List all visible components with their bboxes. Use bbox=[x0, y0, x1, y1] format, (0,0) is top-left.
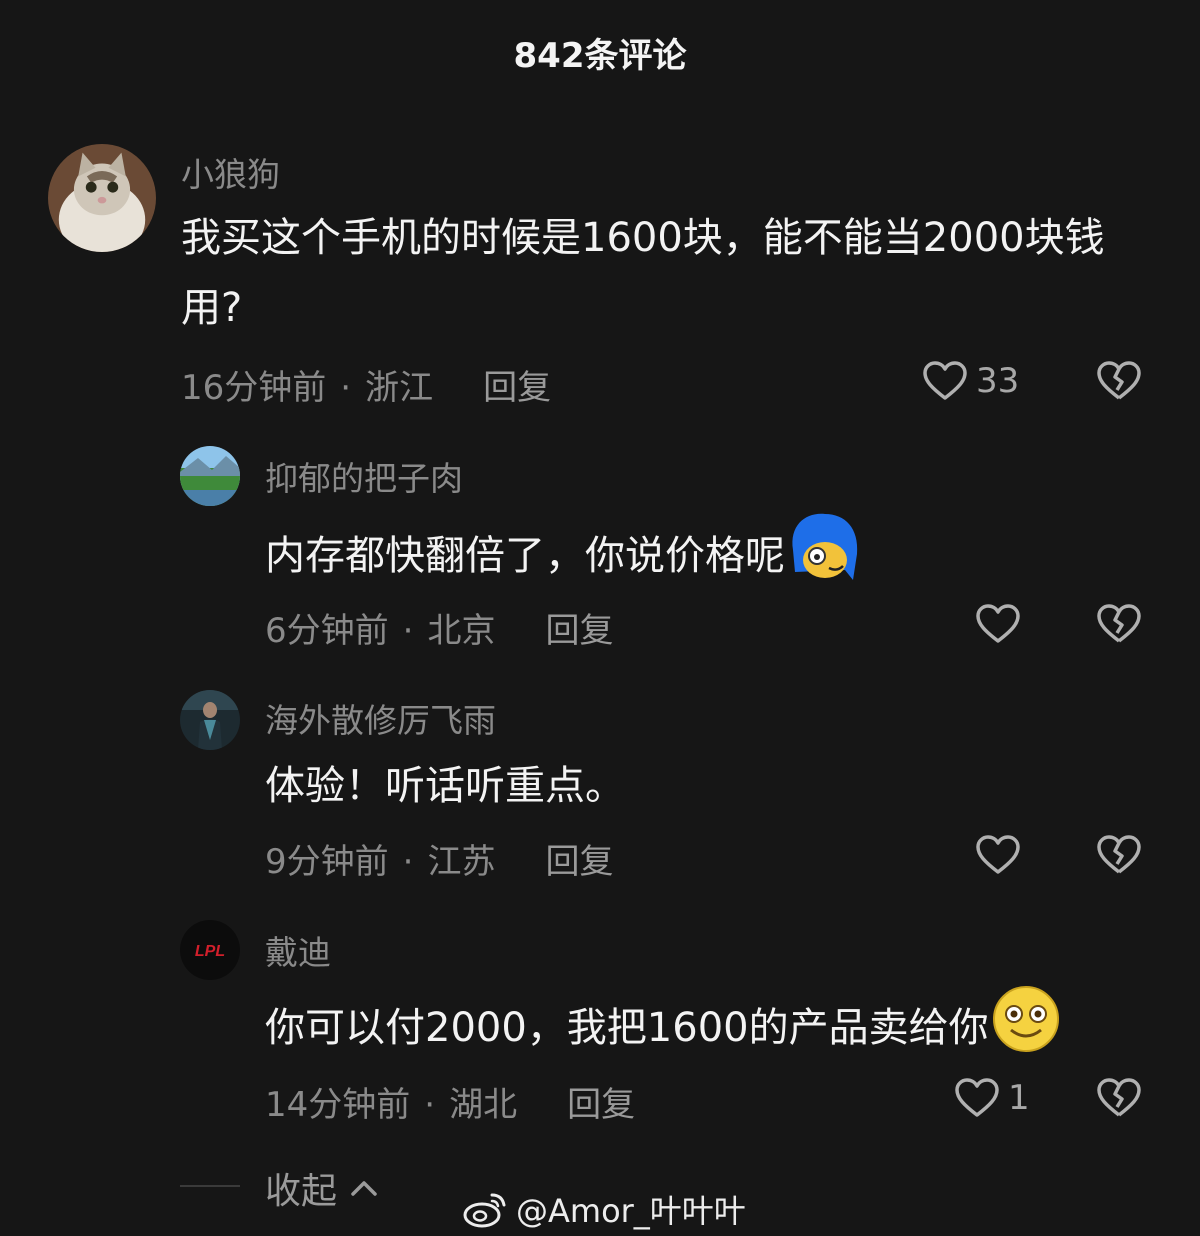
meta-separator: · bbox=[340, 368, 352, 408]
comment-text: 我买这个手机的时候是1600块，能不能当2000块钱用? bbox=[181, 203, 1141, 343]
reply-button[interactable]: 回复 bbox=[545, 611, 613, 651]
heart-icon bbox=[976, 835, 1020, 874]
comment-location: 湖北 bbox=[449, 1085, 518, 1125]
heart-icon bbox=[923, 361, 967, 400]
reply-button[interactable]: 回复 bbox=[567, 1085, 635, 1125]
comment-meta: 9分钟前 · 江苏 回复 bbox=[265, 834, 613, 883]
collapse-label: 收起 bbox=[265, 1171, 338, 1212]
heart-icon bbox=[955, 1078, 999, 1117]
comment-text-content: 我买这个手机的时候是1600块，能不能当2000块钱用? bbox=[181, 215, 1105, 331]
heart-icon bbox=[976, 604, 1020, 643]
lpl-logo-avatar[interactable]: LPL bbox=[180, 920, 240, 980]
like-button[interactable]: 1 bbox=[954, 1077, 1030, 1119]
comment-location: 江苏 bbox=[427, 842, 496, 882]
broken-heart-icon[interactable] bbox=[1096, 360, 1142, 402]
landscape-avatar[interactable] bbox=[180, 446, 240, 506]
comment-meta: 14分钟前 · 湖北 回复 bbox=[265, 1077, 635, 1126]
lpl-logo-text: LPL bbox=[195, 943, 225, 960]
meta-separator: · bbox=[402, 842, 414, 882]
comment-text: 体验！听话听重点。 bbox=[265, 751, 1125, 821]
broken-heart-icon[interactable] bbox=[1096, 834, 1142, 876]
like-button[interactable] bbox=[975, 834, 1029, 876]
blue-hair-face-emoji bbox=[787, 510, 861, 606]
like-count: 33 bbox=[976, 361, 1020, 401]
comment-meta: 6分钟前 · 北京 回复 bbox=[265, 603, 613, 652]
smile-face-emoji bbox=[991, 984, 1061, 1076]
comment-username[interactable]: 小狼狗 bbox=[181, 148, 280, 196]
comment-time: 14分钟前 bbox=[265, 1085, 411, 1125]
comment-text: 内存都快翻倍了，你说价格呢 bbox=[265, 510, 1125, 606]
comment-time: 9分钟前 bbox=[265, 842, 389, 882]
like-button[interactable]: 33 bbox=[922, 360, 1019, 402]
watermark: @Amor_叶叶叶 bbox=[462, 1186, 746, 1232]
broken-heart-icon[interactable] bbox=[1096, 1077, 1142, 1119]
comment-username[interactable]: 海外散修厉飞雨 bbox=[265, 694, 496, 742]
comment-meta: 16分钟前 · 浙江 回复 bbox=[181, 360, 551, 409]
watermark-text: @Amor_叶叶叶 bbox=[516, 1192, 746, 1230]
comment-text-content: 你可以付2000，我把1600的产品卖给你 bbox=[265, 1005, 989, 1051]
broken-heart-icon[interactable] bbox=[1096, 603, 1142, 645]
comment-text: 你可以付2000，我把1600的产品卖给你 bbox=[265, 984, 1165, 1076]
like-button[interactable] bbox=[975, 603, 1029, 645]
comment-username[interactable]: 戴迪 bbox=[265, 926, 331, 974]
meta-separator: · bbox=[402, 611, 414, 651]
comment-location: 浙江 bbox=[365, 368, 434, 408]
comment-username[interactable]: 抑郁的把子肉 bbox=[265, 452, 463, 500]
like-count: 1 bbox=[1008, 1078, 1030, 1118]
collapse-replies-button[interactable]: 收起 bbox=[265, 1162, 379, 1214]
weibo-icon bbox=[463, 1193, 506, 1228]
comment-time: 16分钟前 bbox=[181, 368, 327, 408]
comment-text-content: 体验！听话听重点。 bbox=[265, 763, 625, 809]
reply-button[interactable]: 回复 bbox=[483, 368, 551, 408]
comment-time: 6分钟前 bbox=[265, 611, 389, 651]
cat-photo-avatar[interactable] bbox=[48, 144, 156, 252]
figure-avatar[interactable] bbox=[180, 690, 240, 750]
collapse-divider bbox=[180, 1185, 240, 1187]
comment-text-content: 内存都快翻倍了，你说价格呢 bbox=[265, 533, 785, 579]
chevron-up-icon bbox=[351, 1181, 377, 1196]
comments-count-title: 842条评论 bbox=[513, 36, 687, 76]
meta-separator: · bbox=[424, 1085, 436, 1125]
reply-button[interactable]: 回复 bbox=[545, 842, 613, 882]
comment-location: 北京 bbox=[427, 611, 496, 651]
